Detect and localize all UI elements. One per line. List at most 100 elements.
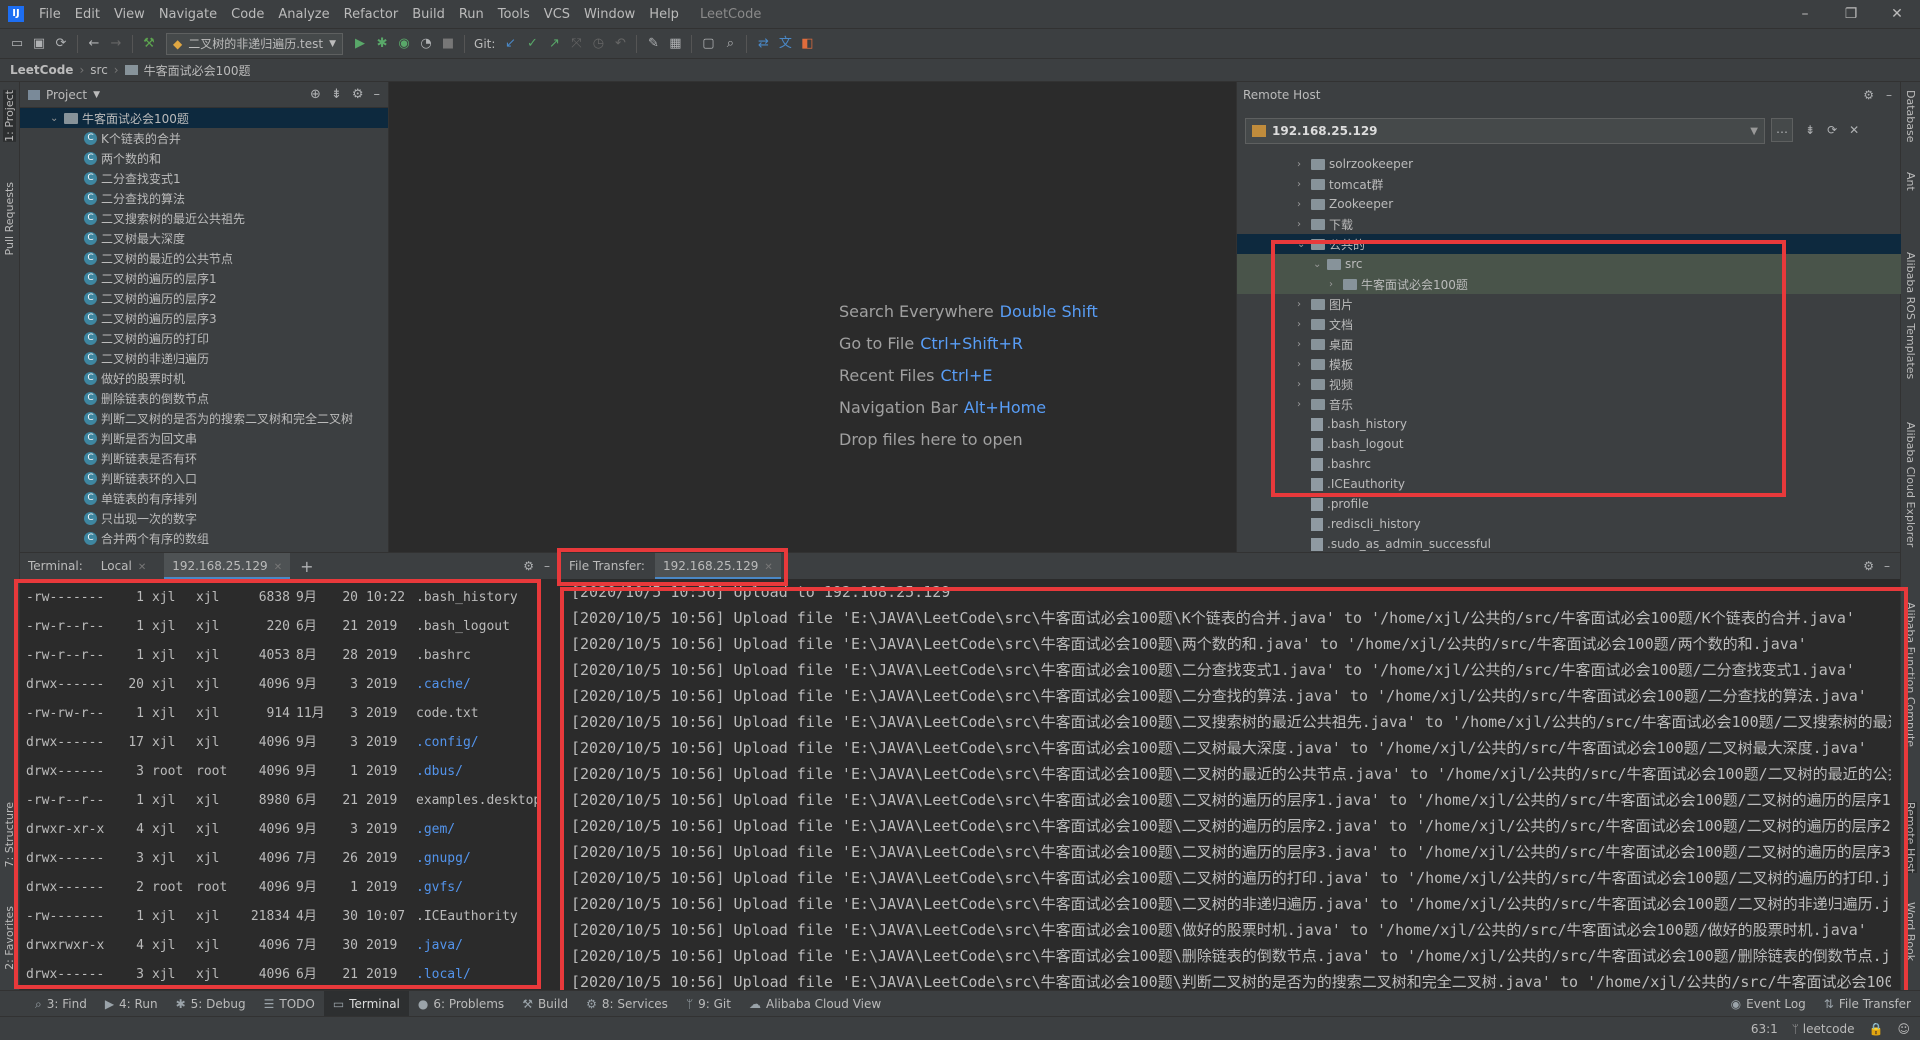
git-commit-icon[interactable]: ✓ [521,33,543,55]
remote-tree-item[interactable]: › tomcat群 [1237,174,1901,194]
project-tree-item[interactable]: C 判断链表是否有环 [20,448,388,468]
remote-tree-item[interactable]: ⌄ src [1237,254,1901,274]
coverage-icon[interactable]: ◉ [393,33,415,55]
project-tree-item[interactable]: C 二叉树最大深度 [20,228,388,248]
project-tree-item[interactable]: C 判断是否为回文串 [20,428,388,448]
stop-icon[interactable]: ■ [437,33,459,55]
run-icon[interactable]: ▶ [349,33,371,55]
remote-host-select[interactable]: 192.168.25.129 ▼ [1245,118,1765,144]
git-push-icon[interactable]: ↗ [543,33,565,55]
menu-window[interactable]: Window [577,7,642,22]
breadcrumb-folder[interactable]: 牛客面试必会100题 [144,62,251,79]
chevron-right-icon[interactable]: › [1297,359,1311,370]
project-tree-item[interactable]: C 判断链表环的入口 [20,468,388,488]
project-tree-root[interactable]: ⌄ 牛客面试必会100题 [20,108,388,128]
project-panel-title[interactable]: Project [46,88,87,102]
menu-build[interactable]: Build [405,7,452,22]
project-tree-item[interactable]: C 两个数的和 [20,148,388,168]
restore-icon[interactable]: ❐ [1828,0,1874,28]
forward-icon[interactable]: → [105,33,127,55]
chevron-down-icon[interactable]: ▼ [93,90,100,100]
project-tree-item[interactable]: C 删除链表的倒数节点 [20,388,388,408]
editor-empty-area[interactable]: Search Everywhere Double Shift Go to File C… [388,82,1235,552]
caret-position[interactable]: 63:1 [1751,1022,1778,1036]
project-tree-item[interactable]: C 只出现一次的数字 [20,508,388,528]
tab-terminal-remote[interactable]: 192.168.25.129 ✕ [164,553,291,579]
chevron-right-icon[interactable]: › [1297,399,1311,410]
project-tree-item[interactable]: C 二叉树的遍历的层序1 [20,268,388,288]
project-tree-item[interactable]: C 判断二叉树的是否为的搜索二叉树和完全二叉树 [20,408,388,428]
tool-window-terminal[interactable]: ▭ Terminal [323,990,409,1017]
chevron-down-icon[interactable]: ⌄ [1313,259,1327,270]
chevron-right-icon[interactable]: › [1297,299,1311,310]
remote-tree-item[interactable]: .bash_history [1237,414,1901,434]
menu-view[interactable]: View [107,7,152,22]
tab-terminal-local[interactable]: Local ✕ [93,553,155,579]
pull-requests-tool-tab[interactable]: Pull Requests [3,182,16,255]
chevron-down-icon[interactable]: ⌄ [50,113,64,124]
remote-tree-item[interactable]: .profile [1237,494,1901,514]
sync-icon[interactable]: ⟳ [50,33,72,55]
remote-tree-item[interactable]: › 桌面 [1237,334,1901,354]
function-compute-tool-tab[interactable]: Alibaba Function Compute [1904,602,1917,747]
breadcrumb-project[interactable]: LeetCode [10,63,73,77]
tool-window-debug[interactable]: ✱ 5: Debug [167,991,255,1017]
remote-tree-item[interactable]: › 图片 [1237,294,1901,314]
remote-tree-item[interactable]: › 下载 [1237,214,1901,234]
close-icon[interactable]: ✕ [764,562,772,573]
menu-refactor[interactable]: Refactor [337,7,406,22]
chevron-right-icon[interactable]: › [1329,279,1343,290]
project-tree-item[interactable]: C 二叉树的遍历的打印 [20,328,388,348]
open-folder-icon[interactable]: ▭ [6,33,28,55]
vcs-branch[interactable]: ᛘ leetcode [1792,1022,1855,1036]
chevron-right-icon[interactable]: › [1297,199,1311,210]
chevron-right-icon[interactable]: › [1297,179,1311,190]
menu-analyze[interactable]: Analyze [271,7,336,22]
gear-icon[interactable]: ⚙ [352,87,364,102]
remote-tree-item[interactable]: › 视频 [1237,374,1901,394]
git-compare-icon[interactable]: ⤧ [565,33,587,55]
project-tree-item[interactable]: C 二叉树的非递归遍历 [20,348,388,368]
remote-host-tool-tab[interactable]: Remote Host [1904,802,1917,873]
remote-tree-item[interactable]: .sudo_as_admin_successful [1237,534,1901,552]
menu-tools[interactable]: Tools [491,7,537,22]
remote-tree-item[interactable]: .bashrc [1237,454,1901,474]
locate-icon[interactable]: ⊕ [310,87,321,102]
tool-window-services[interactable]: ⚙ 8: Services [577,991,677,1017]
inspector-icon[interactable]: ☺ [1897,1022,1910,1036]
remote-tree-item[interactable]: › 文档 [1237,314,1901,334]
more-options-button[interactable]: … [1771,118,1793,142]
chevron-right-icon[interactable]: › [1297,379,1311,390]
close-icon[interactable]: ✕ [1874,0,1920,28]
translate-icon[interactable]: 文 [774,33,796,55]
collapse-all-icon[interactable]: ⇟ [331,87,342,102]
project-tree-item[interactable]: C 合并两个有序的数组 [20,528,388,548]
gear-icon[interactable]: ⚙ [1863,559,1874,573]
ant-tool-tab[interactable]: Ant [1904,172,1917,191]
hide-icon[interactable]: – [1884,559,1890,573]
git-history-icon[interactable]: ◷ [587,33,609,55]
remote-tree-item[interactable]: .rediscli_history [1237,514,1901,534]
remote-tree-item[interactable]: › Zookeeper [1237,194,1901,214]
word-book-tool-tab[interactable]: Word Book [1904,902,1917,961]
project-tree-item[interactable]: C K个链表的合并 [20,128,388,148]
menu-file[interactable]: File [32,7,68,22]
menu-navigate[interactable]: Navigate [152,7,224,22]
terminal-output[interactable]: -rw------- 1 xjl xjl 6838 9月 20 10:22 .bash_hist… [26,583,546,989]
git-rollback-icon[interactable]: ↶ [609,33,631,55]
tool-window-problems[interactable]: ● 6: Problems [409,991,513,1017]
favorites-tool-tab[interactable]: 2: Favorites [3,906,16,970]
gear-icon[interactable]: ⚙ [1863,88,1874,102]
project-tool-tab[interactable]: 1: Project [3,90,16,142]
gear-icon[interactable]: ⚙ [523,559,534,573]
hide-icon[interactable]: – [374,87,381,102]
profile-icon[interactable]: ◔ [415,33,437,55]
chevron-right-icon[interactable]: › [1297,219,1311,230]
tool-window-build[interactable]: ⚒ Build [513,991,577,1017]
structure-tool-tab[interactable]: 7: Structure [3,802,16,867]
remote-tree-item[interactable]: .bash_logout [1237,434,1901,454]
hide-icon[interactable]: – [544,559,550,573]
collapse-icon[interactable]: ⇟ [1805,123,1815,137]
close-icon[interactable]: ✕ [138,562,146,573]
project-tree-item[interactable]: C 二分查找的算法 [20,188,388,208]
